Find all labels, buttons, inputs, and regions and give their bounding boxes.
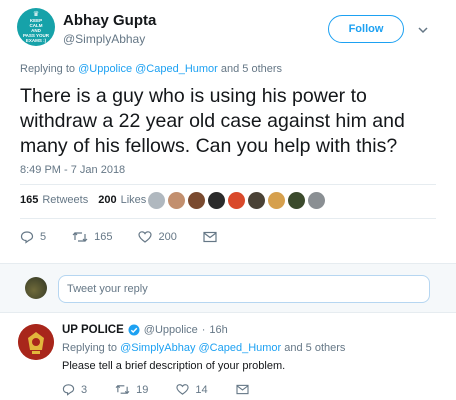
tweet-timestamp[interactable]: 8:49 PM - 7 Jan 2018 bbox=[20, 164, 125, 176]
envelope-icon bbox=[236, 384, 249, 395]
retweet-count: 165 bbox=[94, 231, 113, 243]
like-button[interactable]: 14 bbox=[176, 383, 208, 396]
direct-message-button[interactable] bbox=[203, 231, 223, 243]
reply-count: 5 bbox=[40, 231, 47, 243]
author-name[interactable]: Abhay Gupta bbox=[63, 12, 156, 29]
main-tweet: ♛ KEEP CALM AND PASS YOUR EXAMS :) Abhay… bbox=[0, 0, 456, 262]
tweet-actions: 5 165 200 bbox=[20, 230, 249, 244]
tweet-stats: 165 Retweets 200 Likes bbox=[20, 194, 156, 206]
liker-avatar[interactable] bbox=[248, 192, 265, 209]
retweet-icon bbox=[72, 232, 88, 242]
retweets-label: Retweets bbox=[42, 194, 89, 206]
liker-avatar[interactable] bbox=[208, 192, 225, 209]
like-count: 200 bbox=[158, 231, 177, 243]
replying-suffix[interactable]: and 5 others bbox=[218, 63, 282, 75]
reply-button[interactable]: 3 bbox=[62, 383, 87, 396]
replying-suffix[interactable]: and 5 others bbox=[281, 342, 345, 354]
reply-icon bbox=[62, 384, 75, 396]
author-avatar[interactable]: ♛ KEEP CALM AND PASS YOUR EXAMS :) bbox=[17, 8, 55, 46]
reply-input[interactable]: Tweet your reply bbox=[58, 275, 430, 303]
retweet-button[interactable]: 19 bbox=[115, 383, 148, 396]
liker-avatar[interactable] bbox=[228, 192, 245, 209]
direct-message-button[interactable] bbox=[236, 384, 255, 395]
verified-badge-icon bbox=[128, 324, 140, 336]
up-police-avatar[interactable] bbox=[18, 324, 54, 360]
retweet-count: 19 bbox=[136, 383, 149, 396]
reply-text: Please tell a brief description of your … bbox=[62, 360, 286, 372]
liker-avatar[interactable] bbox=[168, 192, 185, 209]
liker-avatar[interactable] bbox=[188, 192, 205, 209]
likes-count: 200 bbox=[98, 194, 117, 206]
liker-avatar[interactable] bbox=[288, 192, 305, 209]
liker-avatar[interactable] bbox=[308, 192, 325, 209]
retweet-button[interactable]: 165 bbox=[72, 230, 112, 244]
likers-avatars bbox=[148, 192, 328, 209]
tweet-text: There is a guy who is using his power to… bbox=[20, 85, 405, 157]
reply-author: UP POLICE @Uppolice · 16h bbox=[62, 324, 228, 336]
follow-button[interactable]: Follow bbox=[328, 15, 404, 43]
replying-to: Replying to @Uppolice @Caped_Humor and 5… bbox=[20, 63, 282, 75]
like-count: 14 bbox=[195, 383, 208, 396]
retweets-count: 165 bbox=[20, 194, 39, 206]
user-avatar bbox=[25, 277, 47, 299]
envelope-icon bbox=[203, 231, 217, 243]
replying-prefix: Replying to bbox=[62, 342, 121, 354]
dot-separator: · bbox=[201, 324, 206, 336]
heart-icon bbox=[138, 231, 153, 243]
likes-stat[interactable]: 200 Likes bbox=[98, 194, 146, 206]
reply-tweet: UP POLICE @Uppolice · 16h Replying to @S… bbox=[0, 314, 456, 400]
reply-time[interactable]: 16h bbox=[209, 324, 227, 336]
divider bbox=[20, 184, 436, 185]
replying-prefix: Replying to bbox=[20, 63, 79, 75]
author-handle[interactable]: @SimplyAbhay bbox=[63, 32, 145, 46]
heart-icon bbox=[176, 384, 190, 395]
reply-author-handle[interactable]: @Uppolice bbox=[144, 324, 198, 336]
replying-to-link[interactable]: @Uppolice @Caped_Humor bbox=[78, 63, 218, 75]
divider bbox=[20, 218, 436, 219]
crown-icon: ♛ bbox=[32, 11, 40, 18]
reply-icon bbox=[20, 231, 34, 244]
reply-actions: 3 19 14 bbox=[62, 383, 283, 396]
reply-composer: Tweet your reply bbox=[0, 263, 456, 313]
reply-author-name[interactable]: UP POLICE bbox=[62, 324, 124, 336]
reply-count: 3 bbox=[81, 383, 88, 396]
police-emblem-icon bbox=[18, 324, 54, 360]
replying-to-link[interactable]: @SimplyAbhay @Caped_Humor bbox=[120, 342, 281, 354]
chevron-down-icon[interactable] bbox=[417, 24, 429, 36]
liker-avatar[interactable] bbox=[148, 192, 165, 209]
like-button[interactable]: 200 bbox=[138, 230, 177, 244]
reply-button[interactable]: 5 bbox=[20, 230, 46, 244]
reply-replying-to: Replying to @SimplyAbhay @Caped_Humor an… bbox=[62, 342, 345, 354]
liker-avatar[interactable] bbox=[268, 192, 285, 209]
likes-label: Likes bbox=[120, 194, 147, 206]
retweets-stat[interactable]: 165 Retweets bbox=[20, 194, 88, 206]
avatar-text-line: EXAMS :) bbox=[25, 38, 47, 43]
retweet-icon bbox=[115, 384, 130, 395]
